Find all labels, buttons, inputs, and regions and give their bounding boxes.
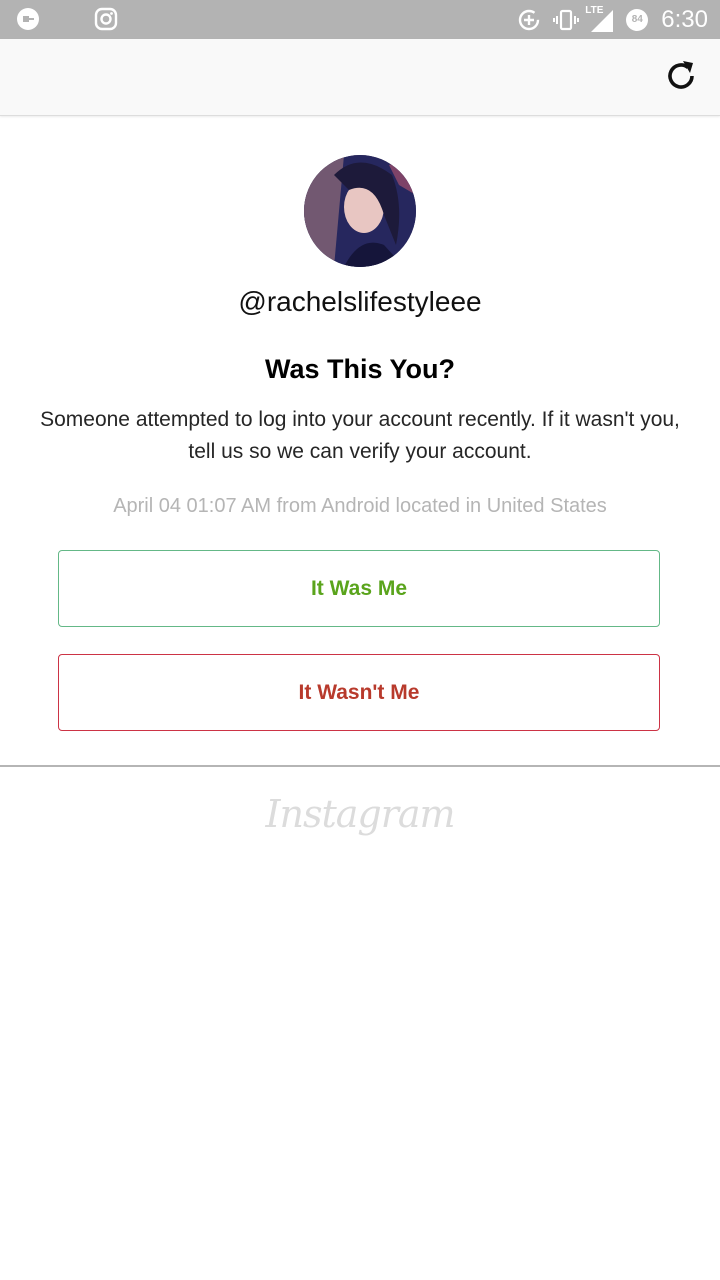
divider — [0, 765, 720, 767]
username: @rachelslifestyleee — [238, 286, 482, 317]
page-title: Was This You? — [264, 354, 455, 384]
status-bar-left — [16, 7, 118, 31]
login-attempt-details: April 04 01:07 AM from Android located i… — [113, 495, 607, 517]
signal-icon: LTE — [585, 5, 614, 32]
uber-icon — [16, 7, 40, 31]
it-was-me-label: It Was Me — [310, 576, 408, 600]
clock: 6:30 — [661, 6, 708, 33]
status-bar-right: LTE 84 6:30 — [517, 5, 708, 33]
status-bar: LTE 84 6:30 — [0, 0, 720, 39]
it-wasnt-me-button[interactable]: It Wasn't Me — [58, 654, 660, 731]
toolbar — [0, 39, 720, 116]
battery-level: 84 — [631, 13, 643, 25]
instagram-logo: Instagram — [265, 792, 455, 836]
vibrate-icon — [553, 8, 580, 32]
it-was-me-button[interactable]: It Was Me — [58, 550, 660, 627]
refresh-button[interactable] — [662, 57, 700, 95]
it-wasnt-me-label: It Wasn't Me — [298, 680, 420, 704]
instagram-icon — [94, 7, 118, 31]
avatar — [304, 155, 416, 267]
refresh-icon — [668, 61, 694, 89]
battery-icon: 84 — [625, 8, 649, 32]
network-type-label: LTE — [585, 4, 604, 16]
login-attempt-description: Someone attempted to log into your accou… — [40, 408, 680, 463]
data-saver-icon — [517, 8, 541, 32]
